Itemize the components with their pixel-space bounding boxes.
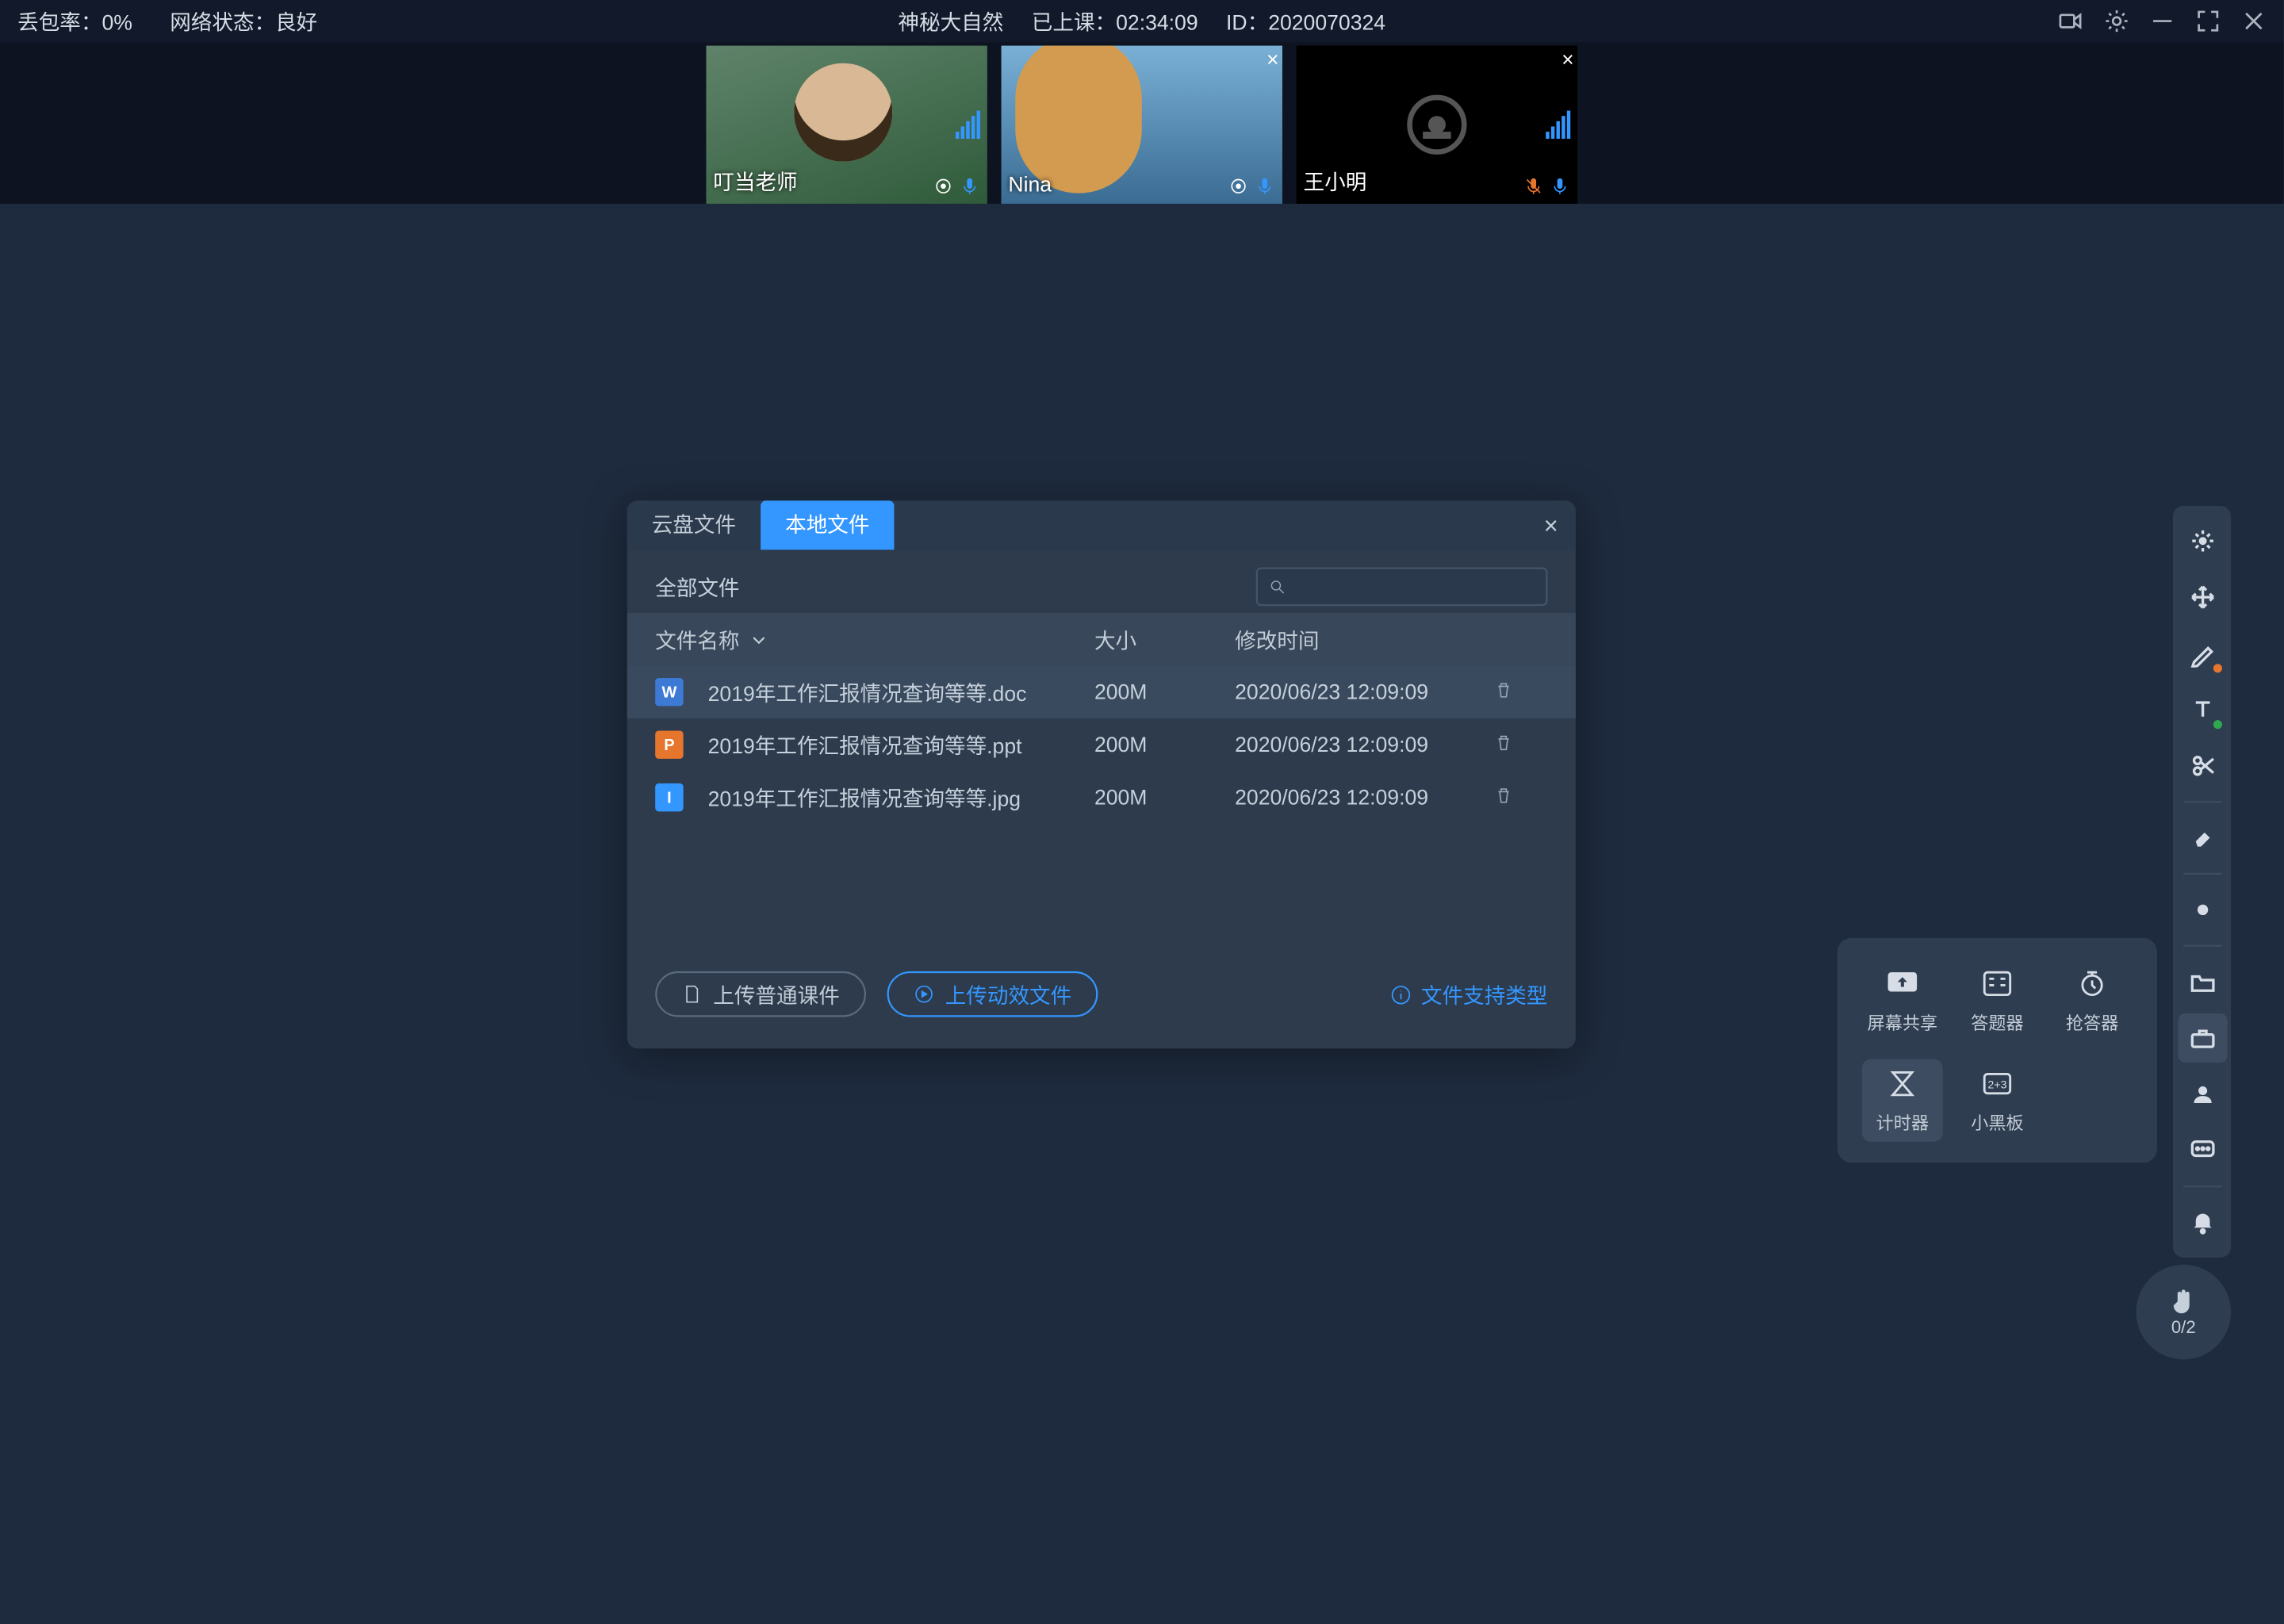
svg-text:2+3: 2+3	[1987, 1079, 2006, 1092]
upload-normal-button[interactable]: 上传普通课件	[655, 971, 866, 1017]
session-id: ID：2020070324	[1226, 6, 1385, 36]
folder-tool[interactable]	[2177, 957, 2226, 1006]
supported-types-link[interactable]: 文件支持类型	[1389, 979, 1547, 1009]
signal-icon	[956, 111, 980, 139]
raise-hand-count: 0/2	[2171, 1319, 2196, 1338]
tile-close-button[interactable]: ×	[1267, 48, 1279, 72]
file-size: 200M	[1094, 785, 1235, 810]
roster-tool[interactable]	[2177, 1070, 2226, 1119]
video-tile[interactable]: × 王小明	[1297, 46, 1577, 204]
signal-icon	[1546, 111, 1570, 139]
file-name: 2019年工作汇报情况查询等等.jpg	[708, 783, 1021, 813]
camera-off-icon	[1407, 95, 1466, 155]
column-time[interactable]: 修改时间	[1235, 624, 1481, 654]
gear-icon[interactable]	[2105, 9, 2129, 33]
file-row[interactable]: W 2019年工作汇报情况查询等等.doc 200M 2020/06/23 12:…	[627, 665, 1576, 718]
move-tool[interactable]	[2177, 573, 2226, 622]
minimize-button[interactable]	[2150, 9, 2175, 33]
file-time: 2020/06/23 12:09:09	[1235, 785, 1481, 810]
eraser-tool[interactable]	[2177, 814, 2226, 863]
camera-toggle-button[interactable]	[2059, 9, 2083, 33]
tab-cloud-files[interactable]: 云盘文件	[627, 500, 761, 550]
video-strip: 叮当老师 × Nina × 王小明	[0, 42, 2284, 204]
bell-tool[interactable]	[2177, 1198, 2226, 1247]
file-size: 200M	[1094, 680, 1235, 704]
search-input[interactable]	[1256, 567, 1548, 606]
mic-icon	[959, 175, 980, 197]
responder-button[interactable]: 抢答器	[2052, 959, 2133, 1041]
close-window-button[interactable]	[2241, 9, 2266, 33]
tab-local-files[interactable]: 本地文件	[761, 500, 894, 550]
timer-button[interactable]: 计时器	[1862, 1059, 1943, 1142]
file-time: 2020/06/23 12:09:09	[1235, 733, 1481, 757]
pen-tool[interactable]	[2177, 629, 2226, 678]
camera-icon	[1228, 175, 1249, 197]
net-status: 网络状态：良好	[170, 10, 317, 34]
tile-close-button[interactable]: ×	[1562, 48, 1574, 72]
delete-file-button[interactable]	[1481, 784, 1527, 810]
raise-hand-button[interactable]: 0/2	[2136, 1265, 2231, 1360]
search-icon	[1268, 576, 1286, 598]
tools-popover: 屏幕共享 答题器 抢答器 计时器 2+3 小黑板	[1838, 938, 2157, 1163]
file-name: 2019年工作汇报情况查询等等.doc	[708, 677, 1027, 707]
file-time: 2020/06/23 12:09:09	[1235, 680, 1481, 704]
delete-file-button[interactable]	[1481, 679, 1527, 705]
upload-animated-button[interactable]: 上传动效文件	[887, 971, 1098, 1017]
delete-file-button[interactable]	[1481, 732, 1527, 758]
answer-tool-button[interactable]: 答题器	[1957, 959, 2038, 1041]
sort-caret-icon	[750, 630, 768, 648]
chat-tool[interactable]	[2177, 1126, 2226, 1175]
file-type-icon: W	[655, 678, 683, 706]
dialog-close-button[interactable]: ×	[1526, 511, 1575, 539]
participant-name: 叮当老师	[713, 167, 797, 197]
lesson-title: 神秘大自然	[898, 6, 1003, 36]
file-row[interactable]: P 2019年工作汇报情况查询等等.ppt 200M 2020/06/23 12:…	[627, 718, 1576, 771]
file-name: 2019年工作汇报情况查询等等.ppt	[708, 730, 1022, 760]
right-toolbar	[2173, 506, 2231, 1258]
file-type-icon: P	[655, 730, 683, 758]
column-name[interactable]: 文件名称	[655, 624, 1094, 654]
file-list-header: 文件名称 大小 修改时间	[627, 613, 1576, 665]
elapsed-time: 已上课：02:34:09	[1032, 6, 1198, 36]
file-size: 200M	[1094, 733, 1235, 757]
file-row[interactable]: I 2019年工作汇报情况查询等等.jpg 200M 2020/06/23 12:…	[627, 771, 1576, 823]
mic-muted-icon	[1523, 175, 1544, 197]
video-tile[interactable]: × Nina	[1002, 46, 1282, 204]
top-bar: 丢包率：0% 网络状态：良好 神秘大自然 已上课：02:34:09 ID：202…	[0, 0, 2284, 42]
laser-tool[interactable]	[2177, 516, 2226, 565]
color-tool[interactable]	[2177, 885, 2226, 934]
participant-name: Nina	[1008, 172, 1052, 197]
column-size[interactable]: 大小	[1094, 624, 1235, 654]
file-dialog: 云盘文件 本地文件 × 全部文件 文件名称 大小 修改时间 W 2019年工作汇报…	[627, 500, 1576, 1048]
mic-icon	[1550, 175, 1571, 197]
fullscreen-button[interactable]	[2196, 9, 2221, 33]
text-tool[interactable]	[2177, 685, 2226, 734]
scope-label: 全部文件	[655, 572, 739, 602]
video-tile[interactable]: 叮当老师	[706, 46, 987, 204]
toolbox-tool[interactable]	[2177, 1013, 2226, 1063]
camera-icon	[933, 175, 954, 197]
dialog-tabs: 云盘文件 本地文件 ×	[627, 500, 1576, 550]
participant-name: 王小明	[1304, 167, 1367, 197]
scissors-tool[interactable]	[2177, 741, 2226, 791]
file-type-icon: I	[655, 783, 683, 811]
screen-share-button[interactable]: 屏幕共享	[1862, 959, 1943, 1041]
mic-icon	[1255, 175, 1276, 197]
packet-loss: 丢包率：0%	[17, 10, 132, 34]
mini-board-button[interactable]: 2+3 小黑板	[1957, 1059, 2038, 1142]
